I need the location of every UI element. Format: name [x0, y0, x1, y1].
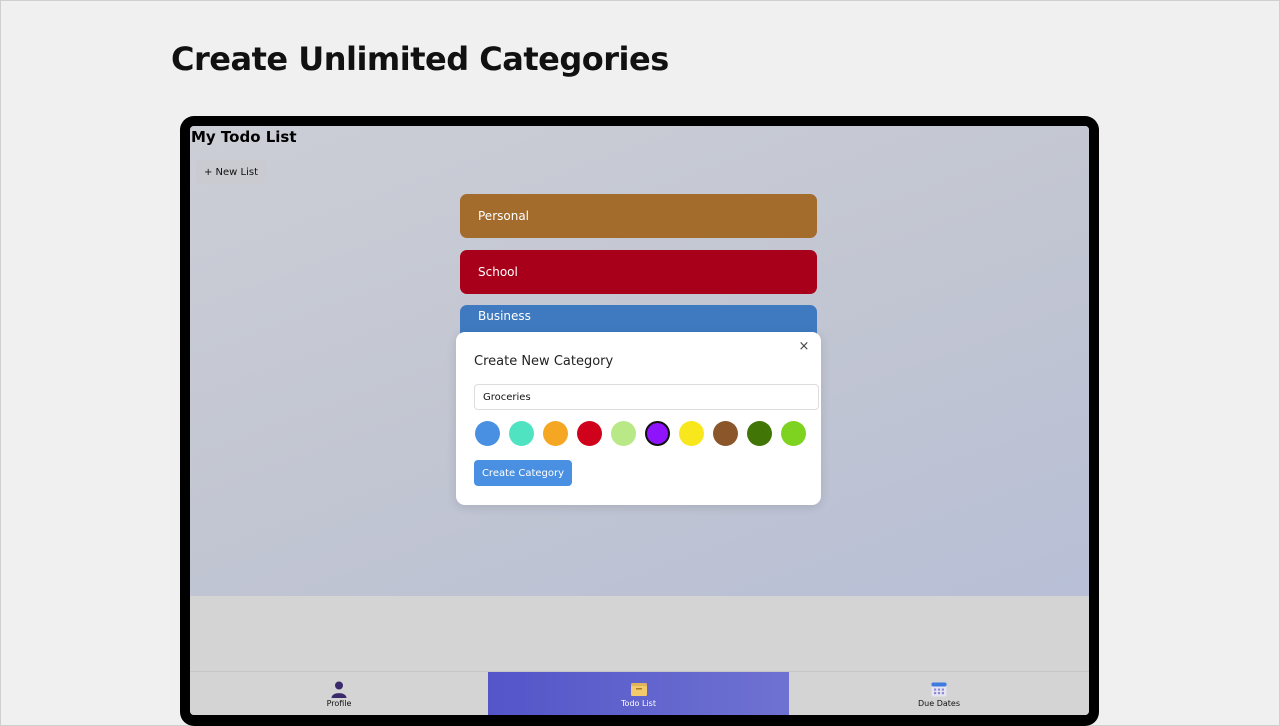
- device-frame: My Todo List + New List Personal School …: [180, 116, 1099, 726]
- modal-title: Create New Category: [474, 354, 614, 369]
- category-card-school[interactable]: School: [460, 250, 817, 294]
- color-picker: [475, 421, 806, 447]
- category-label: School: [478, 265, 518, 279]
- color-swatch[interactable]: [611, 421, 636, 446]
- tab-todo-list[interactable]: Todo List: [488, 672, 789, 715]
- color-swatch[interactable]: [781, 421, 806, 446]
- tab-label: Profile: [326, 699, 352, 708]
- category-card-personal[interactable]: Personal: [460, 194, 817, 238]
- color-swatch[interactable]: [679, 421, 704, 446]
- create-category-modal: × Create New Category Create Category: [456, 332, 821, 505]
- tab-profile[interactable]: Profile: [190, 672, 488, 715]
- tab-due-dates[interactable]: Due Dates: [789, 672, 1089, 715]
- category-name-input[interactable]: [474, 384, 819, 410]
- app-title: My Todo List: [191, 128, 297, 146]
- tab-label: Todo List: [621, 699, 656, 708]
- app-content: My Todo List + New List Personal School …: [190, 126, 1089, 596]
- folder-icon: [630, 683, 647, 696]
- color-swatch[interactable]: [543, 421, 568, 446]
- color-swatch[interactable]: [747, 421, 772, 446]
- close-icon[interactable]: ×: [797, 340, 811, 354]
- tab-label: Due Dates: [918, 699, 960, 708]
- person-icon: [331, 681, 347, 698]
- category-label: Business: [478, 309, 531, 323]
- calendar-icon: [931, 682, 947, 697]
- color-swatch[interactable]: [713, 421, 738, 446]
- new-list-button[interactable]: + New List: [196, 160, 266, 184]
- color-swatch[interactable]: [475, 421, 500, 446]
- color-swatch[interactable]: [645, 421, 670, 446]
- page-heading: Create Unlimited Categories: [171, 40, 669, 78]
- create-category-button[interactable]: Create Category: [474, 460, 572, 486]
- bottom-tab-bar: Profile Todo List Due Dates: [190, 671, 1089, 715]
- color-swatch[interactable]: [509, 421, 534, 446]
- category-label: Personal: [478, 209, 530, 223]
- app-screen: My Todo List + New List Personal School …: [190, 126, 1089, 715]
- color-swatch[interactable]: [577, 421, 602, 446]
